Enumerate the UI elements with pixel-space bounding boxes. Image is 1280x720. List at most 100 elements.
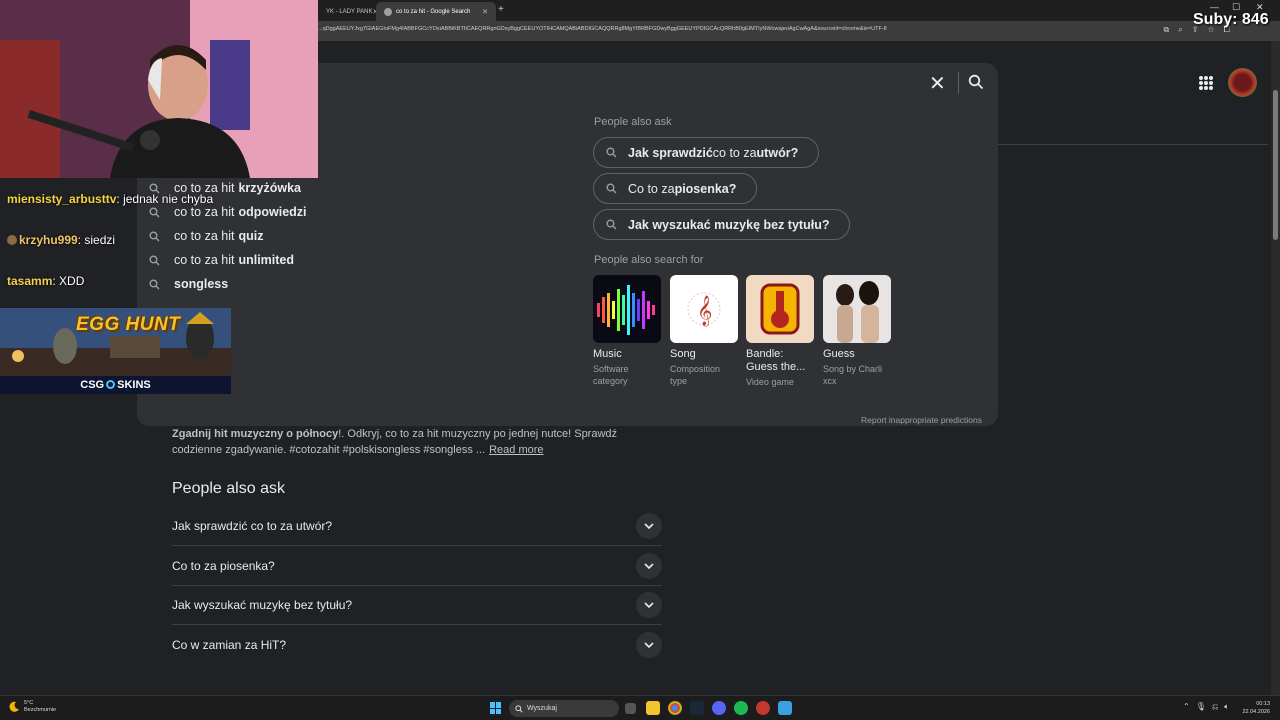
discord-icon[interactable] bbox=[712, 701, 726, 715]
paa-question-text: Jak wyszukać muzykę bez tytułu? bbox=[172, 597, 353, 612]
paa-chip[interactable]: Jak sprawdzić co to za utwór? bbox=[593, 137, 820, 168]
chat-username: tasamm bbox=[7, 274, 53, 288]
zoom-icon[interactable]: ⌕ bbox=[1178, 25, 1182, 35]
suggestion-suffix: unlimited bbox=[238, 253, 295, 267]
card-subtitle: Song by Charli xcx bbox=[823, 364, 883, 386]
svg-text:𝄞: 𝄞 bbox=[697, 295, 712, 327]
chip-bold: utwór? bbox=[756, 145, 799, 160]
banner-title: EGG HUNT bbox=[76, 314, 181, 335]
search-card-song[interactable]: 𝄞 Song Composition type bbox=[670, 275, 740, 387]
paa-question[interactable]: Jak wyszukać muzykę bez tytułu? bbox=[172, 585, 662, 625]
chat-text: siedzi bbox=[81, 233, 116, 247]
microphone-icon[interactable]: 🎙︎ bbox=[1196, 702, 1206, 712]
csgo-logo-icon bbox=[106, 380, 116, 389]
paa-chip[interactable]: Jak wyszukać muzykę bez tytułu? bbox=[593, 209, 851, 240]
chat-text: XDD bbox=[55, 274, 85, 288]
subscriber-count: Suby: 846 bbox=[1193, 11, 1269, 28]
volume-icon[interactable]: 🔈︎ bbox=[1224, 702, 1229, 712]
moon-icon bbox=[9, 701, 19, 712]
chevron-down-icon[interactable] bbox=[636, 632, 662, 658]
steam-icon[interactable] bbox=[690, 701, 704, 715]
paa-question-text: Co w zamian za HiT? bbox=[172, 638, 287, 652]
bandle-thumbnail bbox=[746, 275, 814, 343]
paa-question-text: Jak sprawdzić co to za utwór? bbox=[172, 518, 333, 533]
screen: YK - LADY PANK ✕ co to za hit - Google S… bbox=[0, 0, 1280, 720]
search-card-music[interactable]: Music Software category bbox=[593, 275, 663, 387]
chip-text: Co to za bbox=[628, 181, 675, 196]
search-icon bbox=[606, 183, 617, 194]
google-favicon-icon bbox=[384, 7, 392, 16]
chevron-down-icon[interactable] bbox=[636, 591, 662, 618]
card-title: Song bbox=[670, 348, 696, 360]
notepad-icon[interactable] bbox=[778, 701, 792, 715]
suggestion-prefix: co to za hit bbox=[174, 229, 235, 243]
new-tab-button[interactable]: + bbox=[498, 4, 504, 15]
suggestion-suffix: quiz bbox=[238, 229, 264, 243]
search-divider bbox=[958, 72, 959, 94]
card-subtitle: Software category bbox=[593, 364, 629, 386]
windows-start-icon[interactable] bbox=[490, 702, 502, 714]
weather-widget[interactable]: 5°C Bezchmurnie bbox=[8, 700, 56, 714]
clock-time: 00:13 bbox=[1256, 701, 1270, 707]
paa-question[interactable]: Co to za piosenka? bbox=[172, 546, 662, 586]
google-apps-icon[interactable] bbox=[1199, 76, 1213, 90]
chat-text: jednak nie chyba bbox=[119, 192, 214, 206]
tab-lady-pank[interactable]: YK - LADY PANK ✕ bbox=[318, 2, 376, 21]
taskbar-search[interactable]: Wyszukaj bbox=[509, 700, 619, 717]
taskbar-clock[interactable]: 00:13 22.04.2026 bbox=[1240, 700, 1270, 716]
tray-chevron-icon[interactable]: ⌃ bbox=[1183, 702, 1190, 712]
chip-bold: piosenka? bbox=[674, 181, 737, 196]
profile-avatar[interactable] bbox=[1228, 68, 1257, 97]
suggestion-suffix: krzyżówka bbox=[238, 181, 301, 195]
tab-google-search[interactable]: co to za hit - Google Search ✕ bbox=[376, 2, 496, 21]
chevron-down-icon[interactable] bbox=[636, 512, 662, 539]
people-also-ask-title: People also ask bbox=[172, 480, 285, 497]
read-more-link[interactable]: Read more bbox=[489, 444, 543, 456]
chat-message: krzyhu999: siedzi bbox=[7, 233, 115, 247]
panel-paa-title: People also ask bbox=[594, 116, 672, 128]
webcam-overlay bbox=[0, 0, 318, 178]
url-text[interactable]: ...qDggAEEUYJxg7GIAEGIoFMg4IABBFGCcYOxiA… bbox=[318, 26, 998, 32]
suggestion-prefix: co to za hit bbox=[174, 253, 235, 267]
paa-question[interactable]: Jak sprawdzić co to za utwór? bbox=[172, 506, 662, 546]
windows-taskbar: 5°C Bezchmurnie Wyszukaj ⌃ 🎙︎ ⎌ 🔈︎ 00:13 2… bbox=[0, 695, 1280, 720]
clear-search-icon[interactable]: ✕ bbox=[929, 71, 946, 96]
translate-icon[interactable]: ⧉ bbox=[1164, 25, 1170, 35]
people-also-search-title: People also search for bbox=[594, 254, 704, 266]
paa-question-text: Co to za piosenka? bbox=[172, 558, 275, 573]
card-title: Music bbox=[593, 348, 622, 360]
suggestion-text: songless bbox=[174, 277, 229, 291]
search-card-guess[interactable]: Guess Song by Charli xcx bbox=[823, 275, 893, 387]
task-view-icon[interactable] bbox=[625, 703, 636, 714]
card-subtitle: Video game bbox=[746, 377, 794, 387]
spotify-icon[interactable] bbox=[734, 701, 748, 715]
app-icon[interactable] bbox=[756, 701, 770, 715]
weather-desc: Bezchmurnie bbox=[24, 707, 57, 713]
header-divider bbox=[997, 144, 1268, 145]
result-snippet: Zgadnij hit muzyczny o północy!. Odkryj,… bbox=[172, 426, 662, 458]
search-icon bbox=[149, 206, 163, 218]
banner-brand: CSG SKINS bbox=[0, 376, 231, 394]
tab-close-icon[interactable]: ✕ bbox=[482, 8, 488, 16]
search-card-bandle[interactable]: Bandle: Guess the... Video game bbox=[746, 275, 816, 388]
card-title: Bandle: Guess the... bbox=[746, 348, 806, 373]
card-title: Guess bbox=[823, 348, 855, 360]
paa-chip[interactable]: Co to za piosenka? bbox=[593, 173, 758, 204]
song-thumbnail: 𝄞 bbox=[670, 275, 738, 343]
suggestion-item[interactable]: co to za hit unlimited bbox=[149, 248, 449, 272]
weather-temp: 5°C bbox=[24, 700, 34, 706]
chevron-down-icon[interactable] bbox=[636, 552, 662, 579]
chat-message: tasamm: XDD bbox=[7, 274, 85, 288]
tab-label: co to za hit - Google Search bbox=[396, 8, 471, 15]
chrome-icon[interactable] bbox=[668, 701, 682, 715]
guess-thumbnail bbox=[823, 275, 891, 343]
suggestion-item[interactable]: co to za hit quiz bbox=[149, 224, 449, 248]
paa-question[interactable]: Co w zamian za HiT? bbox=[172, 625, 662, 665]
search-icon[interactable] bbox=[968, 74, 984, 95]
report-predictions-link[interactable]: Report inappropriate predictions bbox=[861, 415, 982, 425]
suggestion-item[interactable]: songless bbox=[149, 272, 449, 296]
snippet-bold: Zgadnij hit muzyczny o północy bbox=[172, 428, 339, 440]
file-explorer-icon[interactable] bbox=[646, 701, 660, 715]
scrollbar-thumb[interactable] bbox=[1273, 90, 1278, 240]
network-icon[interactable]: ⎌ bbox=[1212, 702, 1218, 712]
